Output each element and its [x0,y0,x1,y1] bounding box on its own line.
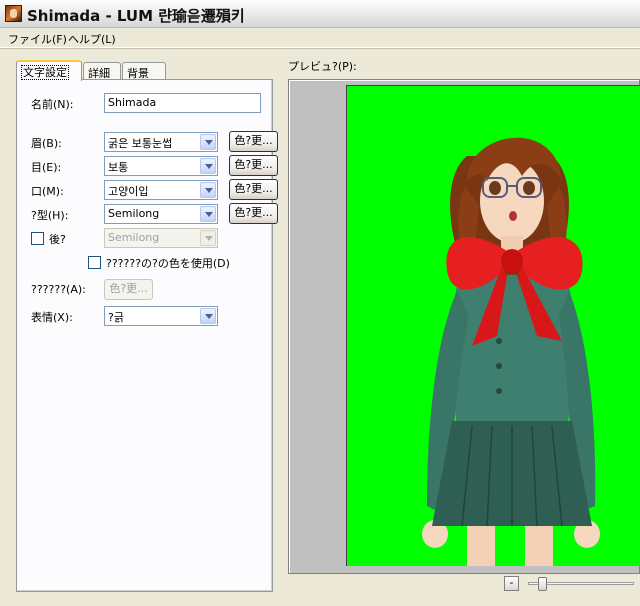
title-bar: Shimada - LUM 랸瑜읃遷殞키 [0,0,640,28]
name-label: 名前(N): [31,98,74,111]
eyebrow-label: 眉(B): [31,137,62,150]
same-color-checkbox[interactable] [88,256,101,269]
tab-background[interactable]: 背景 [122,62,166,80]
eye-select[interactable]: 보통 [104,156,218,176]
back-hair-label: 後? [49,233,66,246]
mouth-select-value: 고양이입 [108,185,149,198]
name-field[interactable]: Shimada [104,93,261,113]
hair-select-value: Semilong [108,207,160,220]
chevron-down-icon[interactable] [200,134,216,150]
mouth-select[interactable]: 고양이입 [104,180,218,200]
mouth-label: 口(M): [31,185,64,198]
hair-color-button[interactable]: 色?更... [229,203,278,224]
back-hair-select[interactable]: Semilong [104,228,218,248]
app-icon [5,5,22,22]
eye-color-button[interactable]: 色?更... [229,155,278,176]
expression-label: 表情(X): [31,311,73,324]
name-field-value: Shimada [108,96,157,109]
accessory-color-button[interactable]: 色?更... [104,279,153,300]
tab-detail[interactable]: 詳細 [83,62,121,80]
expression-select-value: ?긁 [108,311,124,324]
hair-select[interactable]: Semilong [104,204,218,224]
accessory-label: ??????(A): [31,283,86,296]
eyebrow-select-value: 굵은 보통눈썹 [108,137,173,150]
settings-panel: 名前(N): Shimada 眉(B): 굵은 보통눈썹 色?更... 目(E)… [16,79,278,592]
hair-label: ?型(H): [31,209,69,222]
back-hair-select-value: Semilong [108,231,160,244]
back-hair-checkbox[interactable] [31,232,44,245]
window-title: Shimada - LUM 랸瑜읃遷殞키 [27,7,245,25]
eye-select-value: 보통 [108,161,129,174]
preview-canvas [346,85,640,566]
chevron-down-icon[interactable] [200,308,216,324]
zoom-out-button[interactable]: - [504,576,519,591]
eyebrow-color-button[interactable]: 色?更... [229,131,278,152]
eye-label: 目(E): [31,161,62,174]
chevron-down-icon[interactable] [200,230,216,246]
tab-character-label: 文字設定 [21,65,69,80]
eyebrow-select[interactable]: 굵은 보통눈썹 [104,132,218,152]
menu-file[interactable]: ファイル(F) [8,31,67,47]
tab-character[interactable]: 文字設定 [16,60,82,81]
menu-help[interactable]: ヘルプ(L) [68,31,116,47]
chevron-down-icon[interactable] [200,206,216,222]
chevron-down-icon[interactable] [200,158,216,174]
zoom-slider-thumb[interactable] [538,577,547,591]
preview-label: プレビュ?(P): [288,60,357,73]
menu-bar: ファイル(F) ヘルプ(L) [0,28,640,48]
same-color-label: ??????の?の色を使用(D) [106,257,230,270]
chevron-down-icon[interactable] [200,182,216,198]
character-illustration [422,137,600,566]
expression-select[interactable]: ?긁 [104,306,218,326]
mouth-color-button[interactable]: 色?更... [229,179,278,200]
